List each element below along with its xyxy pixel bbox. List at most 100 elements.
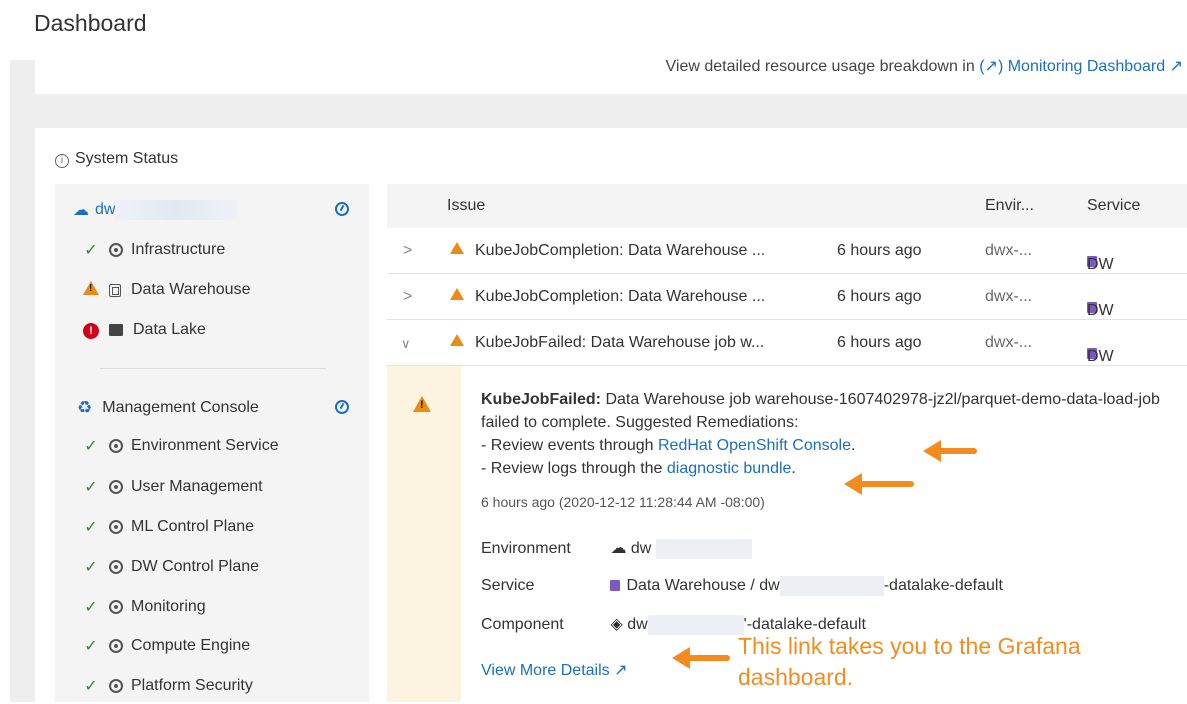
- component-label: Component: [481, 616, 564, 633]
- warning-icon: [450, 242, 464, 254]
- gear-icon: [109, 520, 123, 534]
- table-row[interactable]: > KubeJobCompletion: Data Warehouse ... …: [387, 274, 1187, 320]
- check-icon: ✓: [84, 479, 98, 496]
- management-console-name: Management Console: [102, 399, 259, 416]
- gauge-icon[interactable]: [335, 202, 349, 216]
- service-value-suffix: -datalake-default: [883, 577, 1003, 595]
- redacted-value: [779, 576, 884, 596]
- warning-icon: [413, 396, 431, 412]
- gear-icon: [109, 560, 123, 574]
- time-cell: 6 hours ago: [837, 242, 922, 259]
- status-item-data-warehouse[interactable]: Data Warehouse: [55, 272, 369, 308]
- check-icon: ✓: [84, 559, 98, 576]
- environment-cell: dwx-...: [985, 334, 1033, 351]
- annotation-callout: This link takes you to the Grafana dashb…: [738, 633, 1081, 690]
- gear-icon: [109, 439, 123, 453]
- issue-cell: KubeJobFailed: Data Warehouse job w...: [475, 334, 765, 351]
- monitoring-dashboard-link[interactable]: (↗) Monitoring Dashboard ↗: [979, 58, 1183, 75]
- status-item-user-management[interactable]: ✓ User Management: [55, 469, 369, 505]
- chevron-down-icon[interactable]: ∨: [401, 336, 411, 352]
- check-icon: ✓: [84, 519, 98, 536]
- status-item-monitoring[interactable]: ✓ Monitoring: [55, 589, 369, 625]
- check-icon: ✓: [84, 242, 98, 259]
- external-link-icon: ↗: [614, 662, 628, 679]
- issue-cell: KubeJobCompletion: Data Warehouse ...: [475, 242, 766, 259]
- cloud-icon: ☁: [73, 202, 89, 219]
- environment-cell: dwx-...: [985, 242, 1033, 259]
- data-lake-icon: [109, 324, 123, 336]
- management-console-node[interactable]: ♻ Management Console: [55, 390, 369, 426]
- issue-detail-message: KubeJobFailed: Data Warehouse job wareho…: [481, 388, 1181, 480]
- column-header-environment[interactable]: Envir...: [985, 197, 1034, 215]
- status-item-dw-control-plane[interactable]: ✓ DW Control Plane: [55, 549, 369, 585]
- system-status-title-text: System Status: [75, 150, 179, 167]
- resource-usage-card: View detailed resource usage breakdown i…: [35, 58, 1187, 94]
- page-title: Dashboard: [34, 10, 147, 36]
- external-link-icon: ↗: [1169, 58, 1183, 75]
- system-status-card: i System Status ☁ dw ✓ Infrastructure Dat…: [35, 128, 1187, 702]
- issue-detail-title: KubeJobFailed:: [481, 391, 602, 408]
- gear-icon: [109, 639, 123, 653]
- status-item-data-lake[interactable]: ! Data Lake: [55, 312, 369, 348]
- service-cell-label: DW: [1087, 256, 1114, 273]
- gauge-icon[interactable]: [335, 400, 349, 414]
- component-value-prefix: dw: [627, 616, 648, 633]
- environment-node[interactable]: ☁ dw: [55, 192, 369, 228]
- status-item-label: Infrastructure: [131, 241, 226, 258]
- status-item-label: Platform Security: [131, 677, 253, 694]
- gear-icon: [109, 243, 123, 257]
- redacted-value: [655, 538, 752, 559]
- gauge-icon: (↗): [979, 58, 1004, 75]
- status-item-infrastructure[interactable]: ✓ Infrastructure: [55, 232, 369, 268]
- check-icon: ✓: [84, 438, 98, 455]
- table-row-expanded[interactable]: ∨ KubeJobFailed: Data Warehouse job w...…: [387, 320, 1187, 366]
- issue-timestamp: 6 hours ago (2020-12-12 11:28:44 AM -08:…: [481, 494, 765, 510]
- status-item-environment-service[interactable]: ✓ Environment Service: [55, 428, 369, 464]
- status-item-label: User Management: [131, 478, 263, 495]
- check-icon: ✓: [84, 638, 98, 655]
- openshift-console-link[interactable]: RedHat OpenShift Console: [658, 437, 851, 454]
- redacted-environment-name: [115, 200, 238, 220]
- error-icon: !: [83, 321, 99, 339]
- resource-usage-text: View detailed resource usage breakdown i…: [666, 56, 1183, 76]
- resource-usage-label: View detailed resource usage breakdown i…: [665, 58, 975, 75]
- column-header-issue[interactable]: Issue: [447, 197, 485, 215]
- info-icon: i: [55, 154, 69, 168]
- service-cell-label: DW: [1087, 302, 1114, 319]
- diagnostic-bundle-link[interactable]: diagnostic bundle: [667, 460, 792, 477]
- environment-node-name: dw: [95, 201, 116, 218]
- check-icon: ✓: [84, 599, 98, 616]
- environment-value: dw: [630, 540, 652, 557]
- status-item-platform-security[interactable]: ✓ Platform Security: [55, 668, 369, 704]
- chevron-right-icon[interactable]: >: [403, 242, 412, 260]
- remediation-1-suffix: .: [850, 437, 856, 454]
- environment-label: Environment: [481, 540, 571, 557]
- issue-cell: KubeJobCompletion: Data Warehouse ...: [475, 288, 766, 305]
- column-header-service[interactable]: Service: [1087, 197, 1140, 215]
- gear-icon: [109, 679, 123, 693]
- status-item-compute-engine[interactable]: ✓ Compute Engine: [55, 628, 369, 664]
- cloud-icon: ☁: [610, 540, 627, 557]
- status-item-label: Data Lake: [133, 321, 206, 338]
- status-item-label: Monitoring: [131, 598, 206, 615]
- service-value-prefix: Data Warehouse / dw: [626, 577, 780, 595]
- environment-cell: dwx-...: [985, 288, 1033, 305]
- time-cell: 6 hours ago: [837, 334, 922, 351]
- status-item-ml-control-plane[interactable]: ✓ ML Control Plane: [55, 509, 369, 545]
- annotation-arrow: [844, 473, 914, 495]
- status-tree-panel: ☁ dw ✓ Infrastructure Data Warehouse ! D…: [55, 184, 369, 702]
- management-console-icon: ♻: [77, 398, 93, 417]
- environment-field: Environment ☁ dw: [481, 538, 752, 559]
- status-item-label: DW Control Plane: [131, 558, 260, 575]
- chevron-right-icon[interactable]: >: [403, 288, 412, 306]
- status-item-label: Data Warehouse: [131, 281, 251, 298]
- table-row[interactable]: > KubeJobCompletion: Data Warehouse ... …: [387, 228, 1187, 274]
- gear-icon: [109, 480, 123, 494]
- view-more-details-link[interactable]: View More Details ↗: [481, 660, 628, 680]
- gear-icon: [109, 600, 123, 614]
- service-label: Service: [481, 577, 535, 595]
- system-status-title: i System Status: [55, 150, 178, 168]
- service-field: Service Data Warehouse / dw -datalake-def…: [481, 576, 1003, 596]
- status-item-label: ML Control Plane: [131, 518, 255, 535]
- issues-table-header: Issue Envir... Service: [387, 184, 1187, 228]
